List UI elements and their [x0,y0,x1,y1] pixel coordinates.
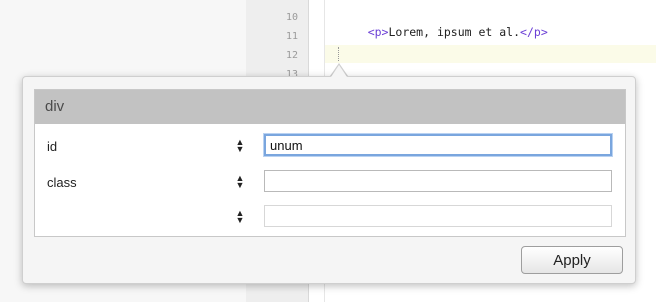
code-text: Lorem, ipsum et al. [388,25,521,39]
attribute-editor-popover: div id ▲ ▼ class ▲ ▼ ▲ ▼ A [22,76,636,284]
html-close-tag: </p> [520,25,548,39]
html-open-tag: <p> [367,25,389,39]
code-line-10[interactable]: <p>Lorem, ipsum et al.</p> [340,11,548,53]
attribute-value-input-id[interactable] [264,134,612,156]
attribute-row-new: ▲ ▼ [35,205,625,235]
attribute-row-class: class ▲ ▼ [35,170,625,200]
attribute-row-id: id ▲ ▼ [35,134,625,164]
element-name: div [45,98,65,115]
text-cursor-marker [338,47,339,61]
attribute-stepper[interactable]: ▲ ▼ [235,209,245,226]
popover-arrow-fill [331,65,347,77]
attribute-stepper[interactable]: ▲ ▼ [235,138,245,155]
stepper-down-icon: ▼ [235,180,245,190]
stepper-down-icon: ▼ [235,144,245,154]
attribute-name: id [47,139,58,154]
panel-header: div [35,90,625,124]
stepper-down-icon: ▼ [235,215,245,225]
line-number: 12 [285,50,298,61]
attribute-stepper[interactable]: ▲ ▼ [235,174,245,191]
attributes-panel: div id ▲ ▼ class ▲ ▼ ▲ ▼ [34,89,626,237]
attribute-value-input-new[interactable] [264,205,612,227]
line-number: 11 [285,31,298,42]
attribute-value-input-class[interactable] [264,170,612,192]
attribute-name: class [47,175,77,190]
apply-button[interactable]: Apply [521,246,623,274]
line-number: 10 [285,12,298,23]
